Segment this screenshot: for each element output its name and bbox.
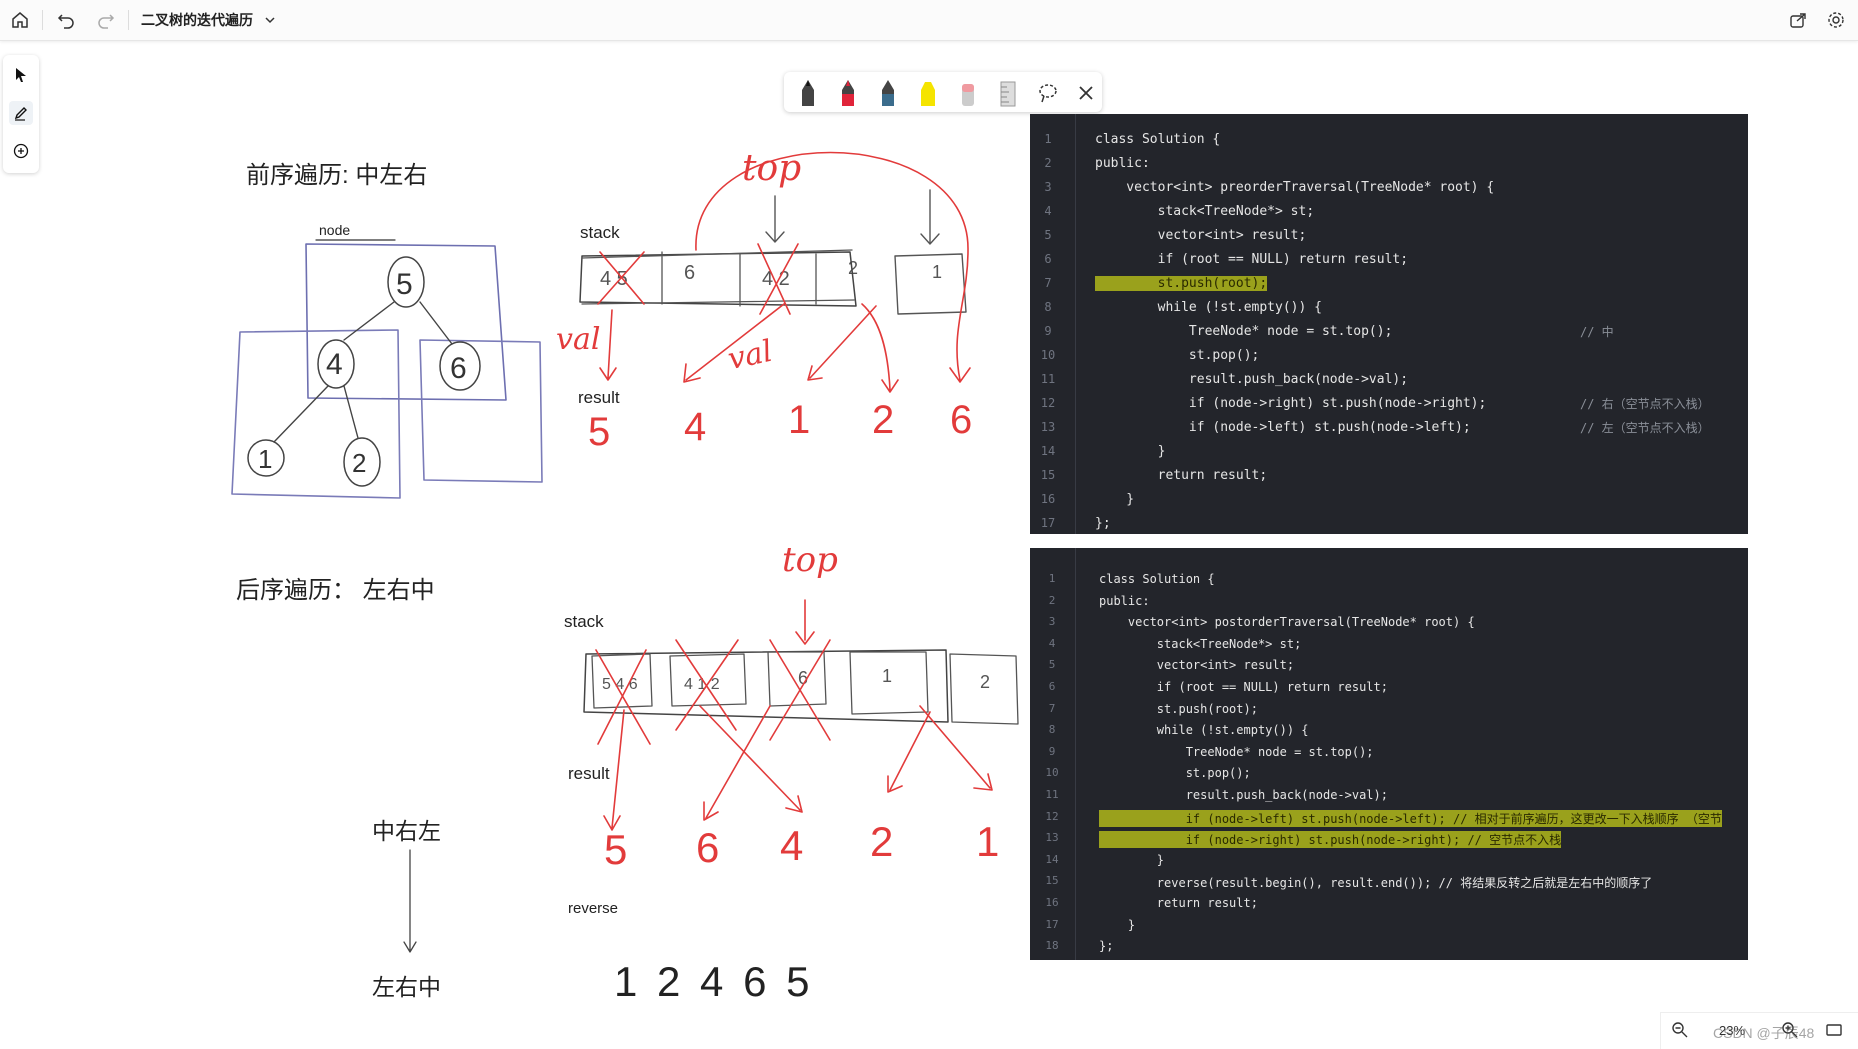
code-line-number: 9: [1048, 744, 1056, 758]
code-line-number: 2: [1048, 593, 1056, 607]
code-line-number: 1: [1048, 572, 1056, 585]
code-line-number: 2: [1044, 156, 1052, 170]
code-line: public:: [1095, 156, 1150, 171]
code-line: result.push_back(node->val);: [1095, 372, 1409, 387]
code-line-number: 16: [1045, 896, 1059, 909]
code-line: st.pop();: [1099, 766, 1251, 781]
code-line-number: 18: [1045, 939, 1059, 953]
code-line-number: 10: [1040, 348, 1056, 362]
stack-outline: [579, 251, 857, 307]
code-line-number: 5: [1048, 658, 1056, 672]
tree-outline-box: [305, 243, 507, 401]
code-line: public:: [1099, 593, 1150, 608]
tree-node-circle: [439, 341, 481, 391]
code-line: if (node->right) st.push(node->right);: [1095, 396, 1487, 411]
code-line: vector<int> result;: [1095, 228, 1307, 243]
code-line: }: [1099, 917, 1136, 932]
code-line: st.push(root);: [1099, 701, 1258, 716]
tree-outline-box: [231, 329, 401, 499]
code-comment: // 中: [1580, 325, 1614, 339]
code-line: if (root == NULL) return result;: [1095, 252, 1409, 267]
code-line-number: 11: [1040, 372, 1056, 386]
code-line-number: 13: [1045, 831, 1059, 845]
watermark: CSDN @子辰48: [1713, 1025, 1815, 1041]
code-line: class Solution {: [1095, 132, 1221, 147]
code-line-number: 13: [1040, 420, 1056, 434]
tree-outline-box: [419, 339, 543, 483]
code-line: TreeNode* node = st.top();: [1095, 324, 1393, 339]
code-line: if (node->left) st.push(node->left); // …: [1099, 809, 1722, 827]
code-line: if (node->right) st.push(node->right); /…: [1099, 831, 1562, 849]
code-line-number: 10: [1045, 766, 1059, 780]
code-line-number: 11: [1045, 788, 1059, 801]
code-line-number: 9: [1044, 324, 1052, 338]
code-line: };: [1099, 939, 1114, 954]
code-line-number: 6: [1048, 680, 1056, 693]
tree-node-circle: [247, 439, 285, 477]
code-line-number: 3: [1048, 615, 1056, 629]
code-line: stack<TreeNode*> st;: [1099, 636, 1302, 651]
code-line-number: 3: [1044, 180, 1052, 194]
code-line-number: 1: [1044, 132, 1052, 146]
code-line: if (node->left) st.push(node->left);: [1095, 420, 1471, 435]
code-line-number: 8: [1044, 300, 1052, 314]
code-line: }: [1095, 444, 1166, 459]
code-line: return result;: [1095, 468, 1268, 483]
code-line-number: 12: [1040, 396, 1056, 410]
zoom-out-icon[interactable]: [1671, 1021, 1689, 1044]
code-line: stack<TreeNode*> st;: [1095, 204, 1315, 219]
code-line: vector<int> postorderTraversal(TreeNode*…: [1099, 615, 1475, 630]
code-line: class Solution {: [1099, 572, 1215, 586]
code-line-number: 15: [1045, 874, 1059, 888]
code-line: while (!st.empty()) {: [1099, 723, 1309, 738]
code-line-number: 16: [1040, 492, 1056, 506]
code-line: }: [1099, 852, 1165, 867]
code-line-number: 17: [1040, 516, 1056, 530]
code-line-number: 14: [1045, 852, 1059, 866]
stack-outline: [583, 649, 949, 723]
code-line-number: 14: [1040, 444, 1056, 458]
code-line-number: 12: [1045, 809, 1059, 823]
code-line-number: 8: [1048, 723, 1056, 737]
code-line-number: 7: [1048, 701, 1056, 715]
code-comment: // 左（空节点不入栈）: [1580, 421, 1710, 435]
code-line: reverse(result.begin(), result.end()); /…: [1099, 876, 1653, 891]
code-line-number: 4: [1048, 636, 1056, 650]
code-line: result.push_back(node->val);: [1099, 788, 1388, 802]
code-line: st.push(root);: [1095, 276, 1268, 291]
code-line-number: 6: [1044, 252, 1052, 266]
tree-node-circle: [317, 339, 355, 389]
code-line: TreeNode* node = st.top();: [1099, 744, 1374, 759]
code-line-number: 7: [1044, 276, 1052, 290]
code-line: vector<int> result;: [1099, 658, 1295, 673]
code-line: return result;: [1099, 896, 1258, 910]
code-line-number: 15: [1040, 468, 1056, 482]
code-line: };: [1095, 516, 1111, 531]
tree-node-circle: [387, 256, 425, 308]
code-line: vector<int> preorderTraversal(TreeNode* …: [1095, 180, 1495, 195]
code-line: while (!st.empty()) {: [1095, 300, 1322, 315]
code-line: if (root == NULL) return result;: [1099, 680, 1388, 694]
code-line-number: 5: [1044, 228, 1052, 242]
code-line-number: 17: [1045, 917, 1059, 931]
code-line: st.pop();: [1095, 348, 1260, 363]
zoom-bar: 23% CSDN @子辰48: [1660, 1012, 1858, 1049]
code-line: }: [1095, 492, 1135, 507]
code-comment: // 右（空节点不入栈）: [1580, 397, 1710, 411]
tree-node-circle: [343, 437, 381, 487]
code-line-number: 4: [1044, 204, 1052, 218]
fit-screen-icon[interactable]: [1825, 1021, 1843, 1044]
